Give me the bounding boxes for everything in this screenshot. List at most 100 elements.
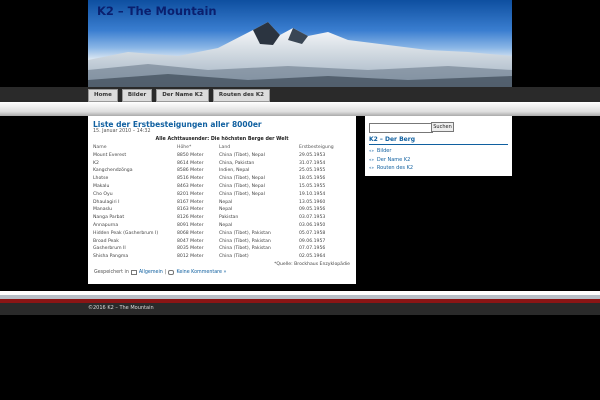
main-navigation: Home Bilder Der Name K2 Routen des K2 — [88, 89, 270, 102]
table-cell: China (Tibet), Pakistan — [219, 238, 271, 244]
sidebar-item-label[interactable]: Bilder — [377, 148, 392, 154]
folder-icon — [130, 270, 137, 275]
post-title[interactable]: Liste der Erstbesteigungen aller 8000er — [93, 120, 262, 129]
site-title[interactable]: K2 – The Mountain — [97, 4, 217, 18]
table-cell: 19.10.1954 — [299, 191, 326, 197]
post-date: 15. Januar 2010 – 14:32 — [93, 129, 151, 134]
table-row: Makalu 8463 Meter China (Tibet), Nepal 15.0… — [93, 183, 351, 191]
table-cell: Makalu — [93, 183, 110, 189]
nav-item-bilder[interactable]: Bilder — [121, 89, 153, 102]
table-cell: 09.05.1956 — [299, 207, 326, 213]
table-cell: 13.05.1960 — [299, 199, 326, 205]
table-cell: 8201 Meter — [177, 191, 204, 197]
table-cell: China, Pakistan — [219, 160, 255, 166]
column-header: Erstbesteigung — [299, 145, 334, 150]
table-cell: 05.07.1958 — [299, 230, 326, 236]
table-cell: 07.07.1956 — [299, 246, 326, 252]
table-cell: Annapurna — [93, 222, 119, 228]
sidebar-links: «» Bilder «» Der Name K2 «» Routen des K2 — [369, 147, 413, 173]
table-cell: Gasherbrum II — [93, 246, 126, 252]
table-cell: Kangchendzönga — [93, 168, 133, 174]
table-cell: Lhotse — [93, 176, 109, 182]
meta-separator: | — [164, 270, 167, 275]
table-row: Shisha Pangma 8012 Meter China (Tibet) 02.0… — [93, 253, 351, 261]
table-cell: 8047 Meter — [177, 238, 204, 244]
table-row: Gasherbrum II 8035 Meter China (Tibet), Pa… — [93, 245, 351, 253]
table-row: Kangchendzönga 8586 Meter Indien, Nepal 25.… — [93, 167, 351, 175]
table-row: Cho Oyu 8201 Meter China (Tibet), Nepal 19.… — [93, 191, 351, 199]
post-content: Liste der Erstbesteigungen aller 8000er … — [88, 116, 356, 284]
meta-prefix: Gespeichert in — [94, 270, 129, 275]
sidebar-item-label[interactable]: Der Name K2 — [377, 157, 410, 163]
table-cell: China (Tibet), Nepal — [219, 191, 265, 197]
table-cell: Nepal — [219, 199, 233, 205]
nav-item-home[interactable]: Home — [88, 89, 118, 102]
table-cell: 03.06.1950 — [299, 222, 326, 228]
table-row: Nanga Parbat 8126 Meter Pakistan 03.07.1953 — [93, 214, 351, 222]
sidebar-item-label[interactable]: Routen des K2 — [377, 165, 413, 171]
nav-item-der-name-k2[interactable]: Der Name K2 — [156, 89, 209, 102]
table-row: Mount Everest 8850 Meter China (Tibet), Ne… — [93, 152, 351, 160]
widget-title: K2 – Der Berg — [369, 136, 415, 143]
table-cell: 8091 Meter — [177, 222, 204, 228]
sidebar-item-routen-des-k2[interactable]: «» Routen des K2 — [369, 164, 413, 173]
table-cell: 8463 Meter — [177, 183, 204, 189]
search-button[interactable]: Suchen — [431, 122, 454, 132]
table-caption: Alle Achttausender: Die höchsten Berge d… — [155, 137, 289, 142]
header-banner: K2 – The Mountain — [88, 0, 512, 87]
double-arrow-icon: «» — [369, 156, 374, 162]
table-cell: 8163 Meter — [177, 207, 204, 213]
table-cell: Pakistan — [219, 215, 239, 221]
table-cell: Mount Everest — [93, 152, 127, 158]
category-link[interactable]: Allgemein — [139, 270, 163, 275]
post-meta: Gespeichert in Allgemein | Keine Komment… — [94, 270, 226, 275]
table-cell: 02.05.1964 — [299, 254, 326, 260]
sidebar-item-der-name-k2[interactable]: «» Der Name K2 — [369, 156, 413, 165]
table-cell: 25.05.1955 — [299, 168, 326, 174]
table-cell: Nepal — [219, 207, 233, 213]
table-cell: China (Tibet), Nepal — [219, 176, 265, 182]
table-cell: China (Tibet), Pakistan — [219, 230, 271, 236]
table-row: Hidden Peak (Gasherbrum I) 8068 Meter Chin… — [93, 230, 351, 238]
table-row: Dhaulagiri I 8167 Meter Nepal 13.05.1960 — [93, 199, 351, 207]
table-cell: Manaslu — [93, 207, 113, 213]
table-cell: 8068 Meter — [177, 230, 204, 236]
comments-link[interactable]: Keine Kommentare » — [176, 270, 226, 275]
table-row: Manaslu 8163 Meter Nepal 09.05.1956 — [93, 206, 351, 214]
double-arrow-icon: «» — [369, 165, 374, 171]
table-cell: Cho Oyu — [93, 191, 113, 197]
table-cell: 03.07.1953 — [299, 215, 326, 221]
table-cell: Hidden Peak (Gasherbrum I) — [93, 230, 159, 236]
search-input[interactable] — [369, 123, 433, 133]
table-cell: 8614 Meter — [177, 160, 204, 166]
column-header: Name — [93, 145, 107, 150]
table-header-row: Name Höhe* Land Erstbesteigung — [93, 144, 351, 152]
table-row: Annapurna 8091 Meter Nepal 03.06.1950 — [93, 222, 351, 230]
table-cell: 8850 Meter — [177, 152, 204, 158]
table-cell: Indien, Nepal — [219, 168, 250, 174]
table-cell: Broad Peak — [93, 238, 119, 244]
table-cell: China (Tibet) — [219, 254, 249, 260]
table-cell: 8167 Meter — [177, 199, 204, 205]
table-cell: China (Tibet), Nepal — [219, 183, 265, 189]
source-note: *Quelle: Brockhaus Enzyklopädie — [274, 262, 350, 267]
footer-copyright: ©2016 K2 – The Mountain — [88, 305, 154, 311]
table-cell: Dhaulagiri I — [93, 199, 120, 205]
table-cell: 18.05.1956 — [299, 176, 326, 182]
nav-item-routen-des-k2[interactable]: Routen des K2 — [212, 89, 270, 102]
column-header: Land — [219, 145, 231, 150]
table-cell: China (Tibet), Pakistan — [219, 246, 271, 252]
table-cell: 8586 Meter — [177, 168, 204, 174]
mountains-table: Name Höhe* Land Erstbesteigung Mount Eve… — [93, 144, 351, 261]
table-cell: China (Tibet), Nepal — [219, 152, 265, 158]
table-cell: 8012 Meter — [177, 254, 204, 260]
table-cell: K2 — [93, 160, 99, 166]
table-row: Lhotse 8516 Meter China (Tibet), Nepal 18.0… — [93, 175, 351, 183]
header-divider — [0, 102, 600, 116]
sidebar-item-bilder[interactable]: «» Bilder — [369, 147, 413, 156]
table-cell: 8516 Meter — [177, 176, 204, 182]
table-cell: Shisha Pangma — [93, 254, 129, 260]
table-cell: 8035 Meter — [177, 246, 204, 252]
table-cell: Nanga Parbat — [93, 215, 125, 221]
double-arrow-icon: «» — [369, 148, 374, 153]
